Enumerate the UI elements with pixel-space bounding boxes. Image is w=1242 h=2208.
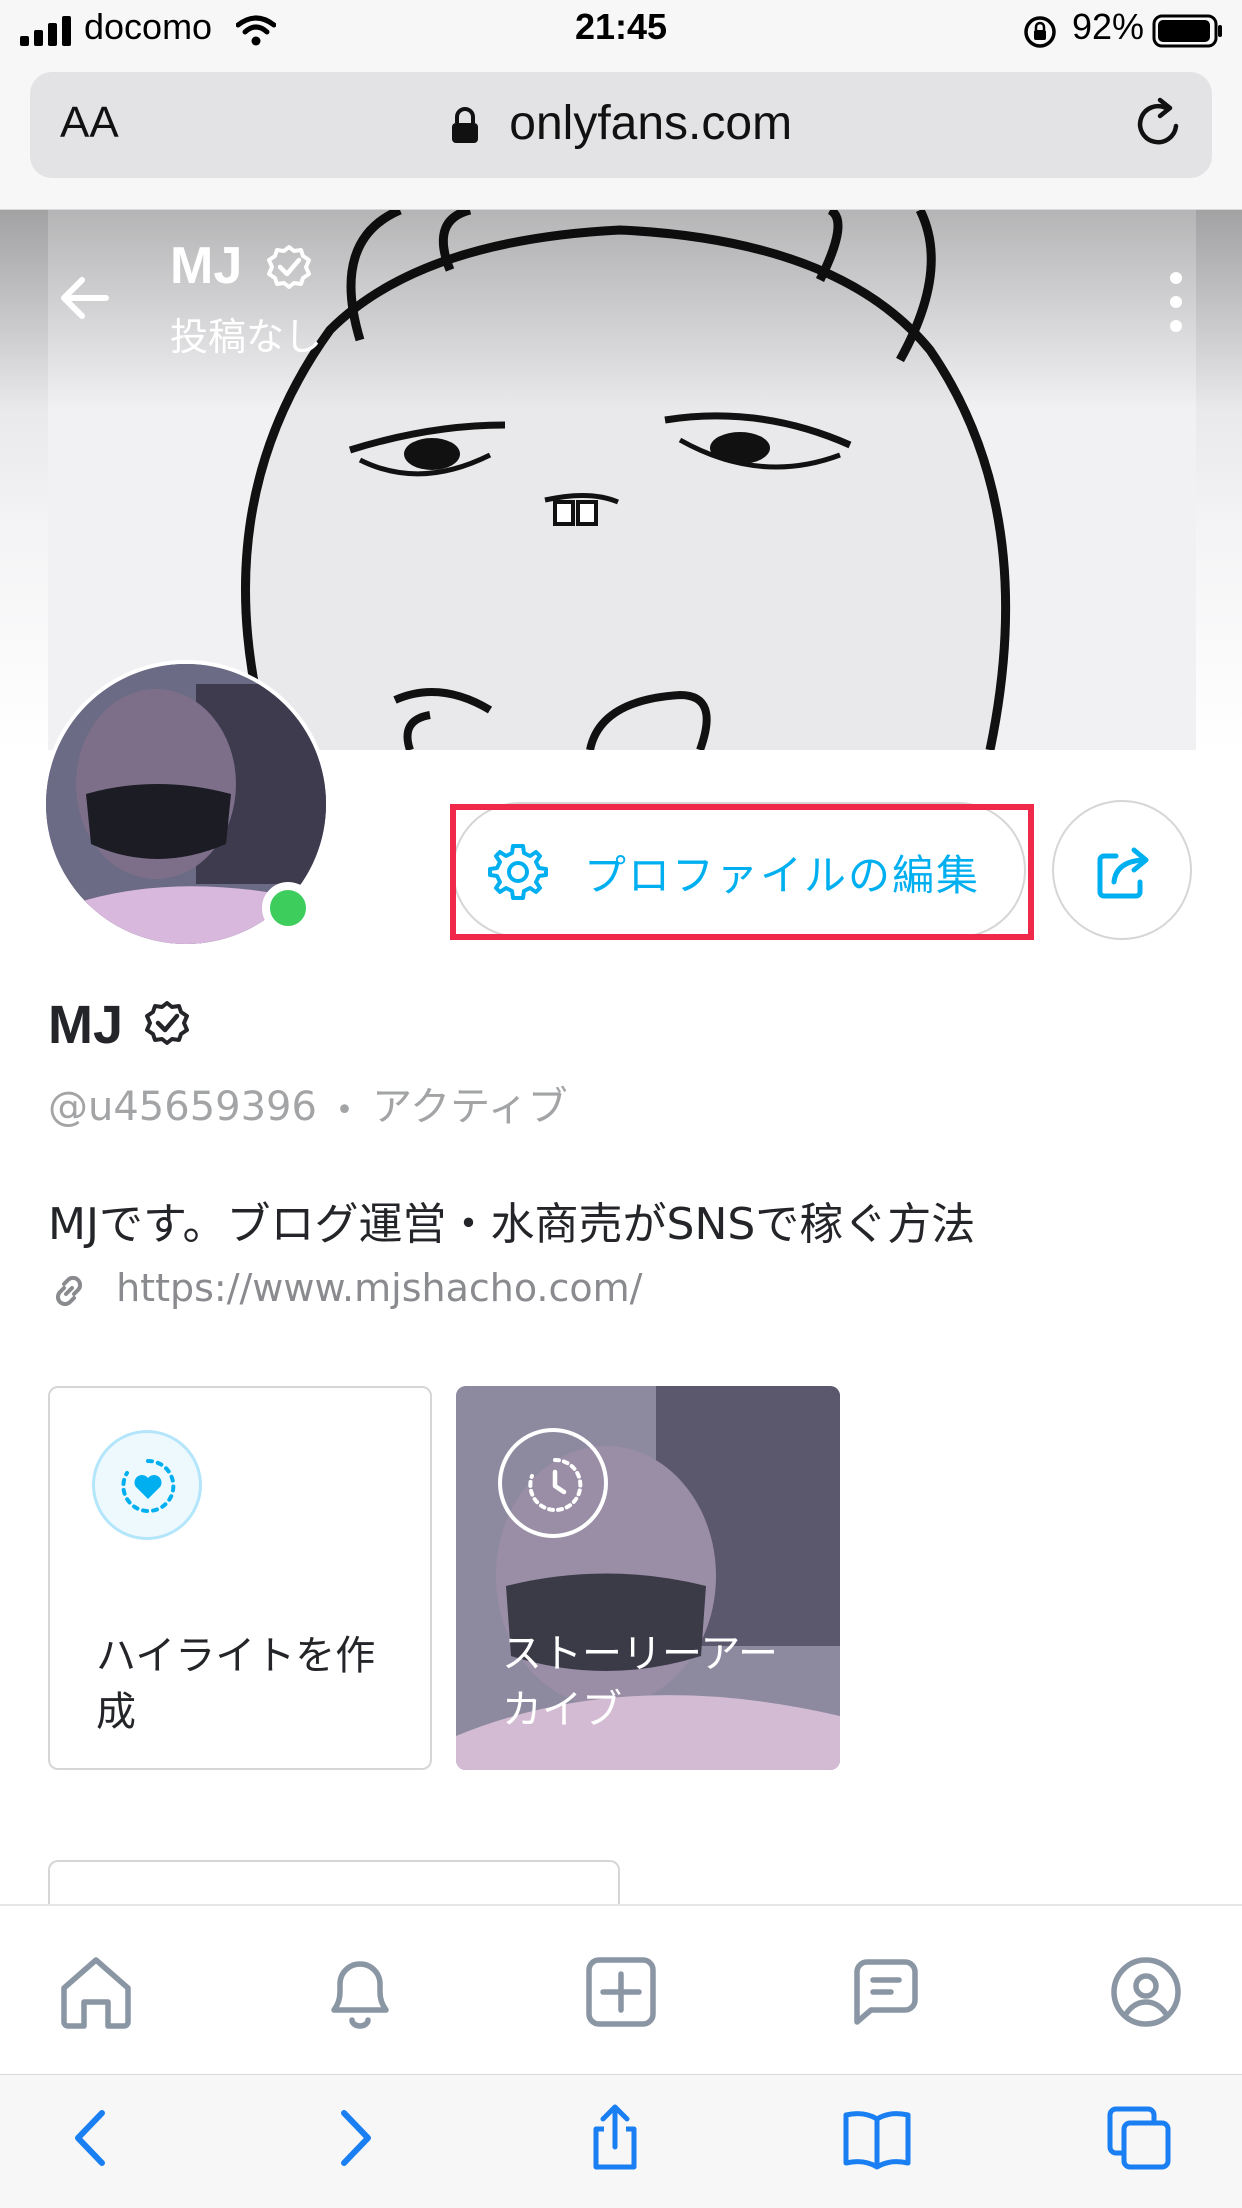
separator-dot: • <box>335 1093 354 1128</box>
url-text: onlyfans.com <box>509 97 793 150</box>
battery-icon <box>1152 14 1222 48</box>
browser-back-button[interactable] <box>58 2103 128 2173</box>
back-icon <box>75 2110 105 2166</box>
share-profile-button[interactable] <box>1052 800 1192 940</box>
profile-icon <box>1111 1957 1181 2027</box>
profile-name: MJ <box>48 995 124 1055</box>
header-post-count: 投稿なし <box>170 315 323 359</box>
tabs-icon <box>1107 2106 1171 2170</box>
header-title: MJ <box>170 237 243 295</box>
nav-messages[interactable] <box>843 1950 927 2034</box>
profile-handle: @u45659396 <box>48 1084 317 1130</box>
battery-percentage: 92% <box>1072 6 1145 47</box>
profile-website[interactable]: https://www.mjshacho.com/ <box>48 1266 642 1312</box>
browser-share-button[interactable] <box>580 2103 650 2173</box>
nav-home[interactable] <box>54 1950 138 2034</box>
profile-bio: MJです。ブログ運営・水商売がSNSで稼ぐ方法 <box>48 1199 976 1250</box>
app-bottom-nav <box>0 1904 1242 2074</box>
browser-bookmarks-button[interactable] <box>842 2103 912 2173</box>
reload-icon[interactable] <box>1132 96 1188 152</box>
activity-status: アクティブ <box>372 1084 568 1130</box>
online-status-indicator <box>262 882 314 934</box>
edit-profile-label: プロファイルの編集 <box>584 851 981 900</box>
create-highlight-label: ハイライトを作成 <box>96 1633 376 1735</box>
heart-circle-icon <box>121 1458 176 1513</box>
website-url[interactable]: https://www.mjshacho.com/ <box>116 1266 642 1310</box>
safari-toolbar <box>0 2074 1242 2208</box>
url-field[interactable]: AA onlyfans.com <box>30 72 1212 178</box>
lock-icon <box>451 107 478 144</box>
create-highlight-card[interactable]: ハイライトを作成 <box>48 1386 432 1770</box>
share-icon <box>1097 847 1149 899</box>
nav-notifications[interactable] <box>318 1950 402 2034</box>
share-icon <box>593 2104 637 2170</box>
nav-new-post[interactable] <box>579 1950 663 2034</box>
profile-handle-line: @u45659396 • アクティブ <box>48 1074 568 1132</box>
bookmarks-icon <box>843 2111 911 2170</box>
story-archive-label: ストーリーアーカイブ <box>502 1631 778 1733</box>
browser-forward-button[interactable] <box>318 2103 388 2173</box>
status-bar: docomo 21:45 92% <box>0 0 1242 64</box>
home-icon <box>61 1957 131 2029</box>
forward-icon <box>341 2110 371 2166</box>
messages-icon <box>854 1959 918 2025</box>
link-icon <box>55 1275 83 1306</box>
bell-icon <box>331 1961 389 2029</box>
verified-badge-icon <box>145 1001 189 1045</box>
browser-tabs-button[interactable] <box>1104 2103 1174 2173</box>
clock-history-icon <box>528 1457 583 1512</box>
verified-badge-icon <box>267 245 311 289</box>
safari-address-bar: AA onlyfans.com <box>0 64 1242 210</box>
rotation-lock-icon <box>1024 16 1056 48</box>
story-archive-card[interactable]: ストーリーアーカイブ <box>456 1386 840 1770</box>
gear-icon <box>488 844 548 900</box>
edit-profile-button[interactable]: プロファイルの編集 <box>452 802 1026 938</box>
plus-square-icon <box>586 1957 656 2027</box>
back-arrow-icon[interactable] <box>56 270 112 326</box>
more-options-icon[interactable] <box>1164 266 1188 338</box>
nav-profile[interactable] <box>1104 1950 1188 2034</box>
